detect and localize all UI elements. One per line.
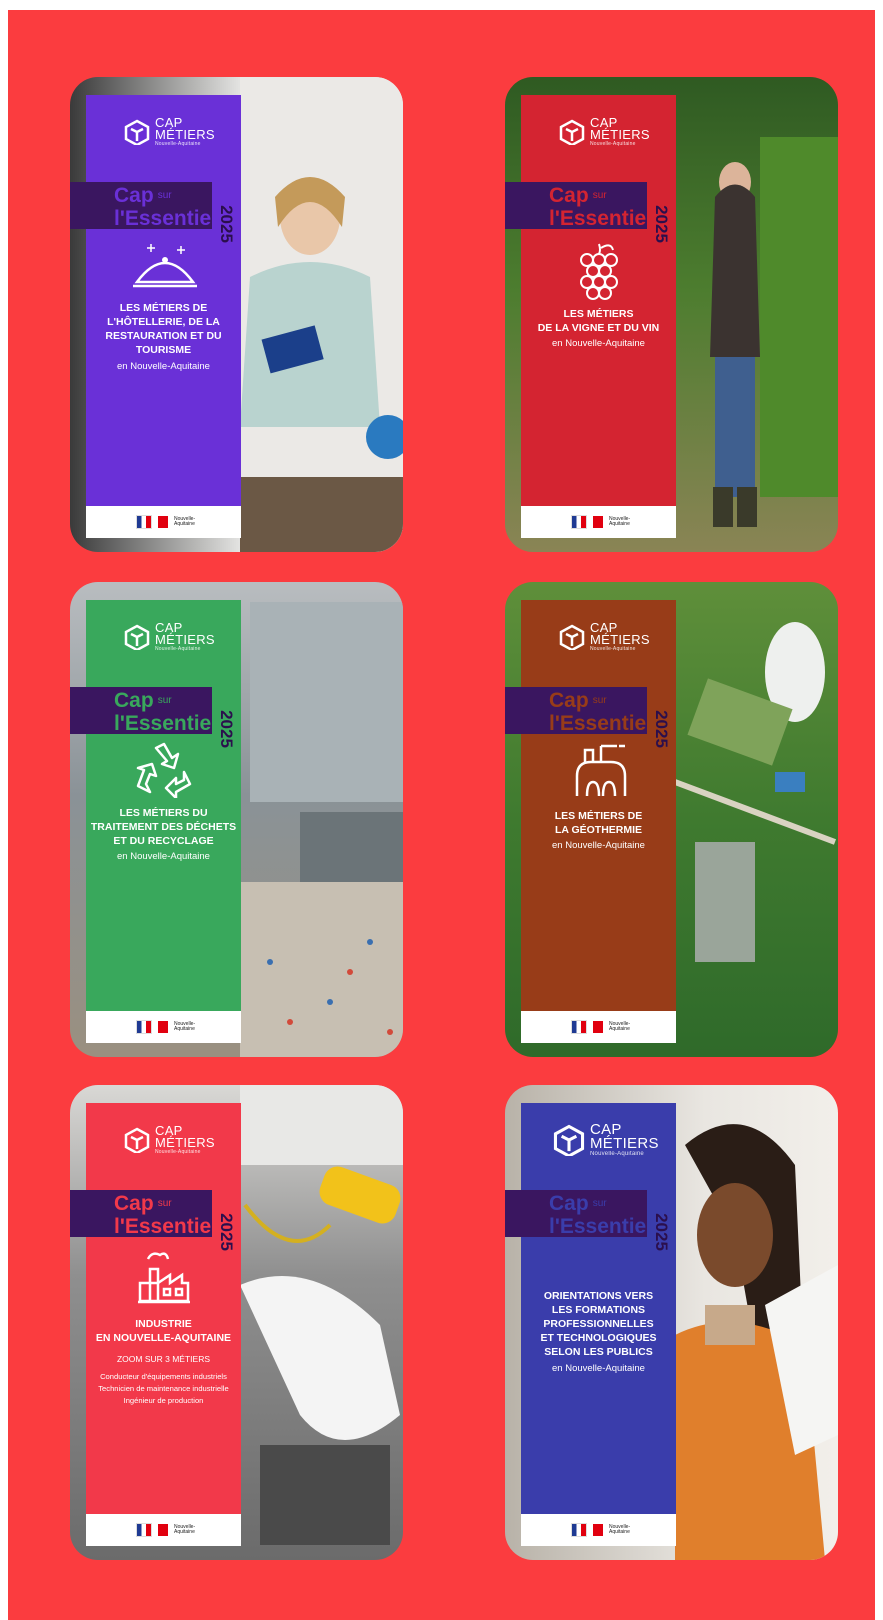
cover-band: CAP MÉTIERS Nouvelle-Aquitaine 2025 LES … xyxy=(521,95,676,538)
brand-tagline: Nouvelle-Aquitaine xyxy=(590,141,636,147)
grapes-icon xyxy=(573,240,625,309)
brochure-card-geothermie[interactable]: CAP MÉTIERS Nouvelle-Aquitaine 2025 LES … xyxy=(505,582,838,1057)
cloche-icon xyxy=(131,240,199,297)
cover-band: CAP MÉTIERS Nouvelle-Aquitaine 2025 LES … xyxy=(86,95,241,538)
collection-year: 2025 xyxy=(217,205,237,243)
region-logo xyxy=(593,1021,603,1033)
brand-tagline: Nouvelle-Aquitaine xyxy=(590,646,636,652)
job-item: Technicien de maintenance industrielle xyxy=(98,1384,229,1393)
footer-logos-strip: Nouvelle-Aquitaine xyxy=(86,506,241,538)
cap-sur-lessentiel-box: Cap sur l'Essentiel xyxy=(70,687,217,734)
footer-logos-strip: Nouvelle-Aquitaine xyxy=(521,1011,676,1043)
brand-name-line2: MÉTIERS xyxy=(155,1135,215,1150)
cap-sur-lessentiel-box: Cap sur l'Essentiel xyxy=(70,182,217,229)
region-logo xyxy=(158,1021,168,1033)
cover-band: CAP MÉTIERS Nouvelle-Aquitaine 2025 ORIE… xyxy=(521,1103,676,1546)
brand-tagline: Nouvelle-Aquitaine xyxy=(590,1151,644,1157)
brand-name-line2: MÉTIERS xyxy=(590,127,650,142)
footer-logos-strip: Nouvelle-Aquitaine xyxy=(521,1514,676,1546)
job-item: Conducteur d'équipements industriels xyxy=(100,1372,227,1381)
cube-logo-icon xyxy=(553,1124,585,1156)
job-list: Conducteur d'équipements industriels Tec… xyxy=(86,1371,241,1407)
cap-metiers-logo: CAP MÉTIERS Nouvelle-Aquitaine xyxy=(124,621,215,652)
page-background: CAP MÉTIERS Nouvelle-Aquitaine 2025 LES … xyxy=(8,10,875,1620)
region-logo xyxy=(158,516,168,528)
collection-year: 2025 xyxy=(652,205,672,243)
brand-name-line2: MÉTIERS xyxy=(590,632,650,647)
cube-logo-icon xyxy=(559,624,585,650)
brochure-card-orientations[interactable]: CAP MÉTIERS Nouvelle-Aquitaine 2025 ORIE… xyxy=(505,1085,838,1560)
republique-francaise-logo xyxy=(136,1523,152,1537)
collection-year: 2025 xyxy=(652,1213,672,1251)
brand-tagline: Nouvelle-Aquitaine xyxy=(155,646,201,652)
geothermal-plant-icon xyxy=(571,742,631,803)
cap-metiers-logo: CAP MÉTIERS Nouvelle-Aquitaine xyxy=(124,1124,215,1155)
brand-tagline: Nouvelle-Aquitaine xyxy=(155,141,201,147)
cap-sur-lessentiel-box: Cap sur l'Essentiel xyxy=(70,1190,217,1237)
republique-francaise-logo xyxy=(136,1020,152,1034)
brochure-title: ORIENTATIONS VERS LES FORMATIONS PROFESSIO… xyxy=(540,1290,657,1358)
brochure-title: INDUSTRIE EN NOUVELLE-AQUITAINE xyxy=(95,1318,232,1344)
brochure-subtitle: en Nouvelle-Aquitaine xyxy=(552,338,645,349)
brochure-title: LES MÉTIERS DE LA VIGNE ET DU VIN xyxy=(537,308,660,334)
region-logo xyxy=(158,1524,168,1536)
footer-logos-strip: Nouvelle-Aquitaine xyxy=(521,506,676,538)
cover-band: CAP MÉTIERS Nouvelle-Aquitaine 2025 LES … xyxy=(86,600,241,1043)
brochure-subtitle: en Nouvelle-Aquitaine xyxy=(117,361,210,372)
cap-metiers-logo: CAP MÉTIERS Nouvelle-Aquitaine xyxy=(559,621,650,652)
republique-francaise-logo xyxy=(571,1523,587,1537)
brand-name-line2: MÉTIERS xyxy=(590,1135,659,1152)
footer-logos-strip: Nouvelle-Aquitaine xyxy=(86,1011,241,1043)
cube-logo-icon xyxy=(124,119,150,145)
collection-year: 2025 xyxy=(217,1213,237,1251)
republique-francaise-logo xyxy=(571,1020,587,1034)
recycle-icon xyxy=(134,740,194,803)
collection-year: 2025 xyxy=(652,710,672,748)
cube-logo-icon xyxy=(124,1127,150,1153)
brand-name-line2: MÉTIERS xyxy=(155,632,215,647)
region-logo xyxy=(593,1524,603,1536)
brochure-subtitle: en Nouvelle-Aquitaine xyxy=(552,840,645,851)
brand-name-line2: MÉTIERS xyxy=(155,127,215,142)
job-item: Ingénieur de production xyxy=(123,1396,204,1405)
zoom-label: ZOOM SUR 3 MÉTIERS xyxy=(116,1354,211,1364)
brochure-card-vigne-vin[interactable]: CAP MÉTIERS Nouvelle-Aquitaine 2025 LES … xyxy=(505,77,838,552)
brochure-title: LES MÉTIERS DU TRAITEMENT DES DÉCHETS ET D… xyxy=(90,807,237,847)
footer-logos-strip: Nouvelle-Aquitaine xyxy=(86,1514,241,1546)
cover-band: CAP MÉTIERS Nouvelle-Aquitaine 2025 LES … xyxy=(521,600,676,1043)
republique-francaise-logo xyxy=(571,515,587,529)
cap-metiers-logo: CAP MÉTIERS Nouvelle-Aquitaine xyxy=(124,116,215,147)
brochure-title: LES MÉTIERS DE L'HÔTELLERIE, DE LA RESTAUR… xyxy=(105,302,222,356)
brochure-card-industrie[interactable]: CAP MÉTIERS Nouvelle-Aquitaine 2025 INDU… xyxy=(70,1085,403,1560)
brochure-title: LES MÉTIERS DE LA GÉOTHERMIE xyxy=(554,810,643,836)
brochure-card-dechets-recyclage[interactable]: CAP MÉTIERS Nouvelle-Aquitaine 2025 LES … xyxy=(70,582,403,1057)
cube-logo-icon xyxy=(559,119,585,145)
brochure-card-hotellerie[interactable]: CAP MÉTIERS Nouvelle-Aquitaine 2025 LES … xyxy=(70,77,403,552)
brochure-subtitle: en Nouvelle-Aquitaine xyxy=(117,851,210,862)
cap-sur-lessentiel-box: Cap sur l'Essentiel xyxy=(505,687,652,734)
cap-sur-lessentiel-box: Cap sur l'Essentiel xyxy=(505,182,652,229)
brochure-subtitle: en Nouvelle-Aquitaine xyxy=(552,1363,645,1374)
cube-logo-icon xyxy=(124,624,150,650)
cap-metiers-logo: CAP MÉTIERS Nouvelle-Aquitaine xyxy=(559,116,650,147)
republique-francaise-logo xyxy=(136,515,152,529)
collection-year: 2025 xyxy=(217,710,237,748)
region-logo xyxy=(593,516,603,528)
cover-band: CAP MÉTIERS Nouvelle-Aquitaine 2025 INDU… xyxy=(86,1103,241,1546)
brand-tagline: Nouvelle-Aquitaine xyxy=(155,1149,201,1155)
cap-metiers-logo: CAP MÉTIERS Nouvelle-Aquitaine xyxy=(553,1122,659,1157)
cap-sur-lessentiel-box: Cap sur l'Essentiel xyxy=(505,1190,652,1237)
factory-icon xyxy=(138,1249,190,1310)
